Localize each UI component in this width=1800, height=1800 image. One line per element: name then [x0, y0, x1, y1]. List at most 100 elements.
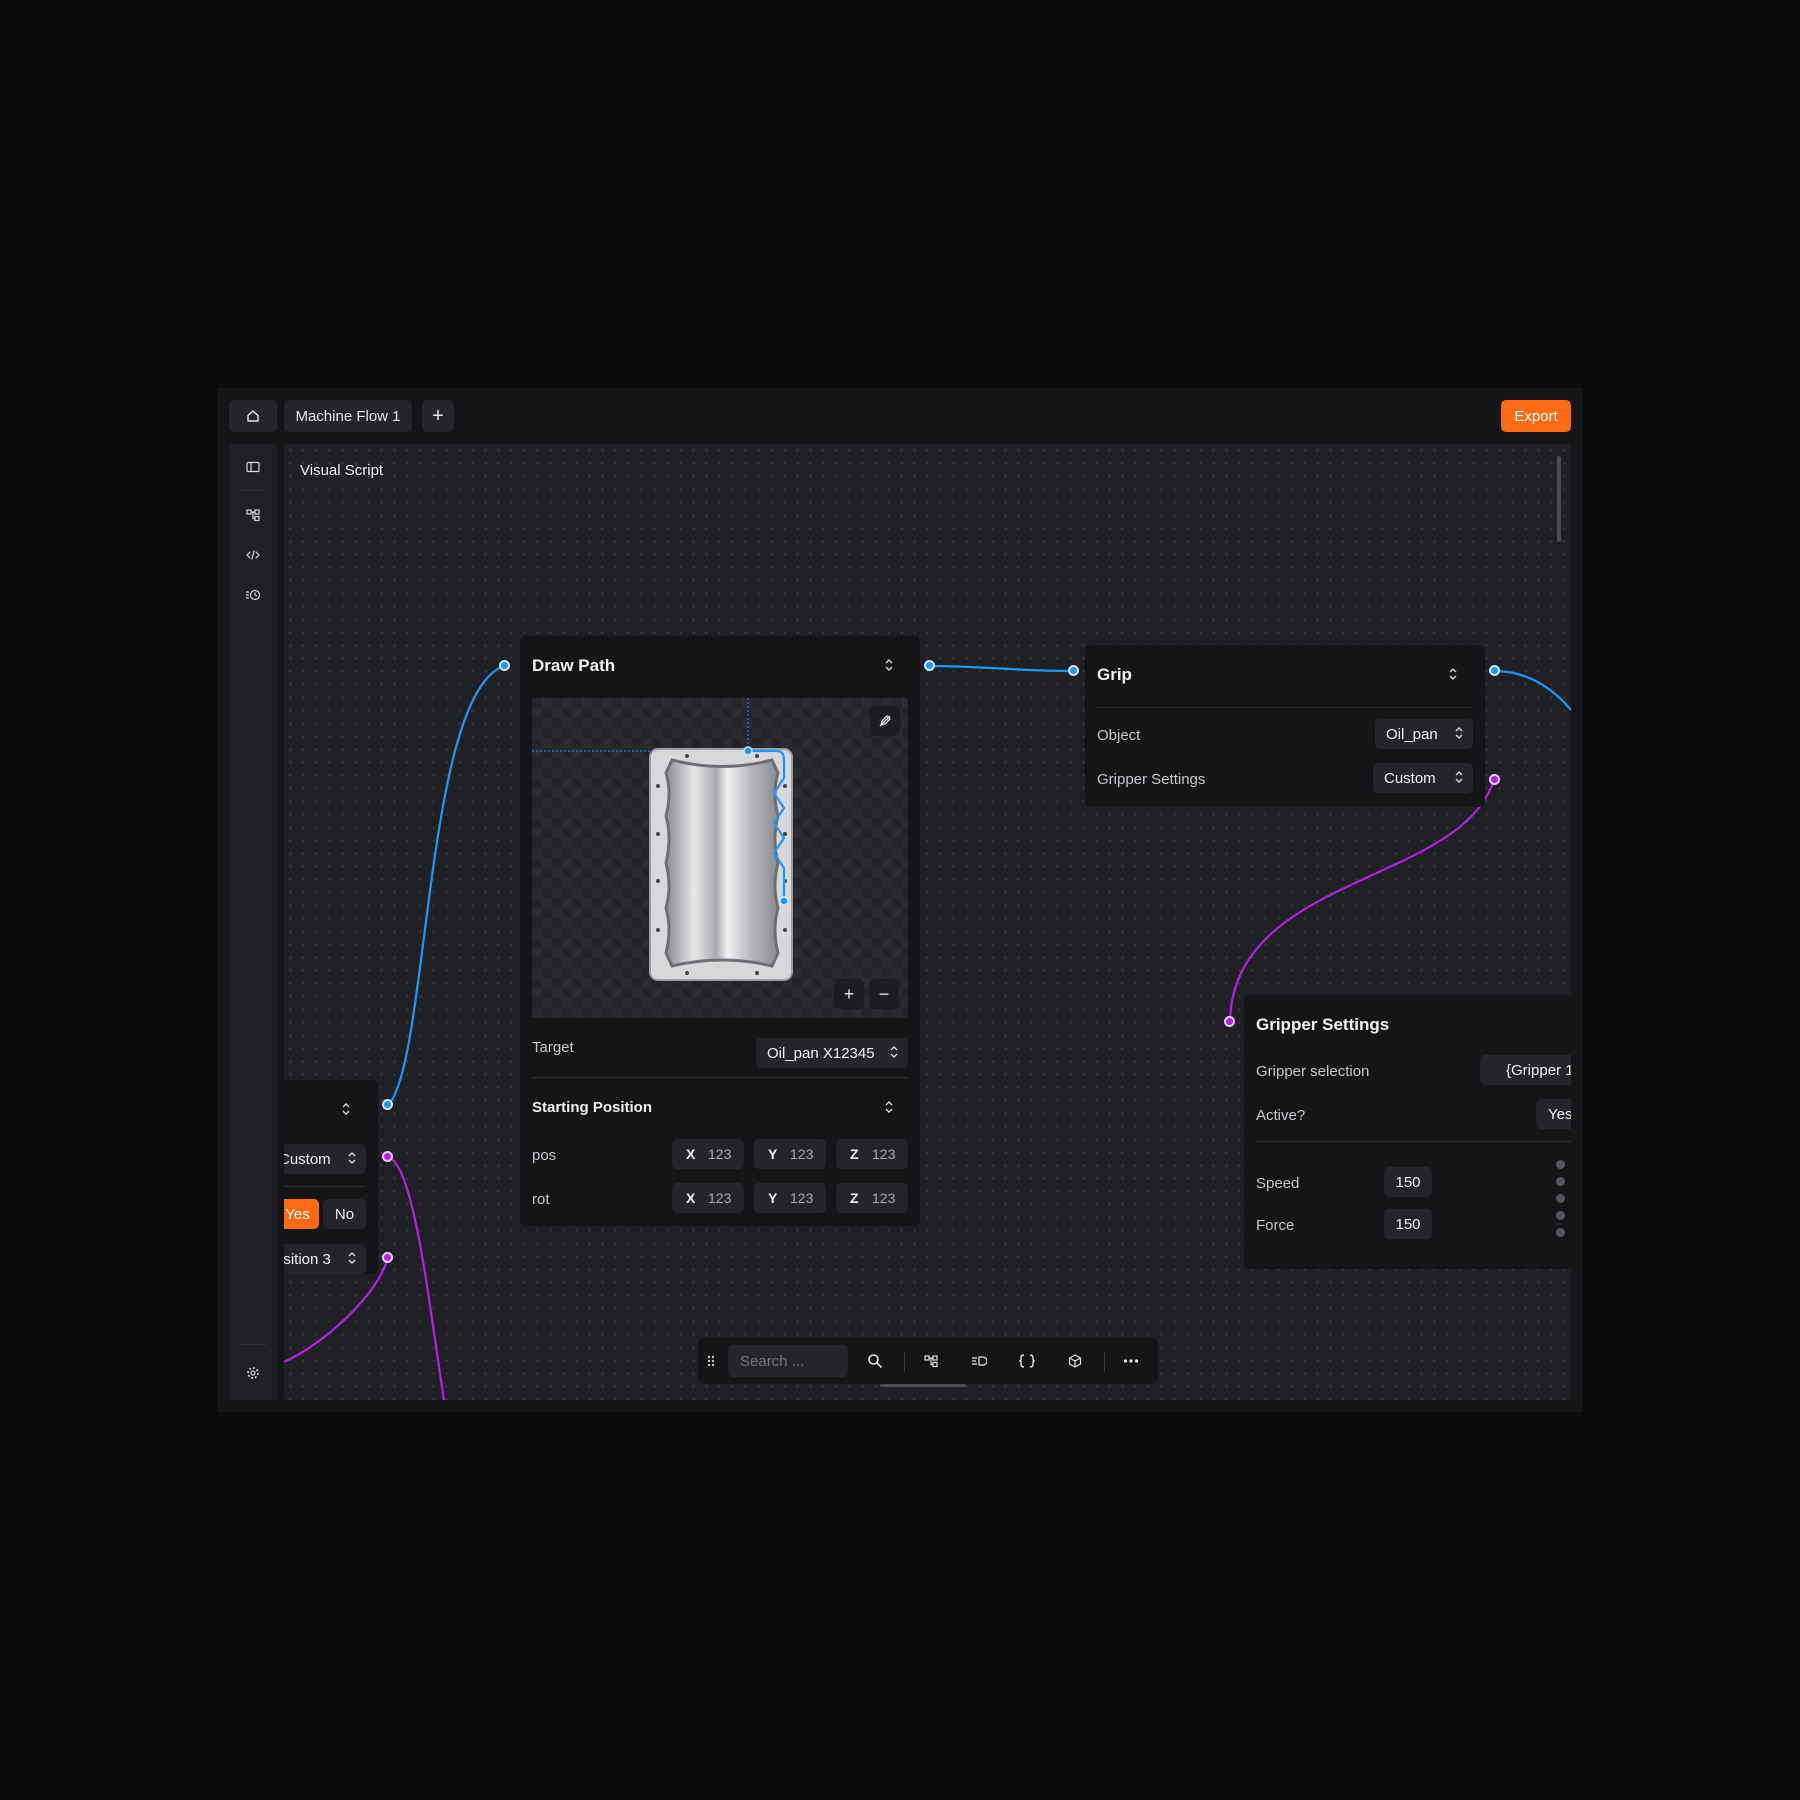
pos-y-field[interactable]: Y 123 [754, 1139, 826, 1169]
rot-x-field[interactable]: X 123 [672, 1183, 744, 1213]
variable-button[interactable] [964, 1346, 994, 1376]
braces-icon [1019, 1354, 1035, 1368]
gripper-selection-select[interactable]: {Gripper 1 [1480, 1055, 1571, 1085]
variable-icon [972, 1356, 987, 1366]
export-button[interactable]: Export [1501, 400, 1571, 432]
select-value: {Gripper 1 [1506, 1061, 1571, 1079]
more-button[interactable] [1116, 1346, 1146, 1376]
speed-label: Speed [1256, 1175, 1300, 1192]
active-label: Active? [1256, 1107, 1306, 1124]
tab-machine-flow[interactable]: Machine Flow 1 [284, 400, 412, 432]
braces-button[interactable] [1012, 1346, 1042, 1376]
data-port[interactable] [1224, 1016, 1235, 1027]
settings-button[interactable] [229, 1358, 277, 1388]
edit-path-button[interactable] [870, 706, 900, 736]
speed-input[interactable]: 150 [1384, 1167, 1432, 1197]
force-input[interactable]: 150 [1384, 1209, 1432, 1239]
axis-label: Z [850, 1190, 859, 1206]
node-title: Draw Path [532, 656, 616, 675]
force-label: Force [1256, 1217, 1295, 1234]
pos-x-field[interactable]: X 123 [672, 1139, 744, 1169]
code-icon [246, 550, 260, 560]
axis-value: 123 [872, 1146, 896, 1162]
visual-script-canvas[interactable]: Visual Script Custom Yes No sition 3 Dra… [284, 444, 1571, 1400]
gripper-settings-node[interactable]: Gripper Settings Gripper selection {Grip… [1244, 995, 1571, 1269]
path-preview[interactable]: + − [532, 698, 908, 1018]
node-graph-icon [246, 509, 260, 522]
axis-value: 123 [790, 1146, 814, 1162]
data-port[interactable] [1489, 774, 1500, 785]
zoom-out-button[interactable]: − [869, 979, 899, 1009]
sidebar-item-history[interactable] [229, 580, 277, 610]
plus-icon: + [432, 404, 444, 427]
sidebar-item-node-graph[interactable] [229, 500, 277, 530]
cube-button[interactable] [1060, 1346, 1090, 1376]
chevron-updown-icon [348, 1252, 356, 1264]
flow-port[interactable] [1489, 665, 1500, 676]
grip-node[interactable]: Grip Object Oil_pan Gripper Settings Cus… [1085, 645, 1485, 807]
chevron-updown-icon[interactable] [884, 658, 894, 672]
active-select[interactable]: Yes [1536, 1099, 1571, 1129]
axis-value: 123 [708, 1146, 732, 1162]
node-title: Grip [1097, 665, 1132, 684]
data-port[interactable] [382, 1252, 393, 1263]
no-label: No [334, 1205, 355, 1223]
data-port[interactable] [382, 1151, 393, 1162]
home-button[interactable] [229, 400, 277, 432]
flow-port[interactable] [382, 1099, 393, 1110]
search-input[interactable] [728, 1345, 848, 1377]
custom-select[interactable]: Custom [284, 1144, 366, 1174]
select-value: Position 3 [284, 1250, 331, 1268]
search-button[interactable] [860, 1346, 890, 1376]
drag-handle[interactable] [700, 1346, 722, 1376]
pos-label: pos [532, 1147, 557, 1164]
flow-port[interactable] [1068, 665, 1079, 676]
node-divider [284, 1186, 366, 1187]
home-icon [247, 410, 259, 422]
chevron-updown-icon[interactable] [1448, 667, 1458, 681]
target-select[interactable]: Oil_pan X12345 [756, 1038, 908, 1068]
axis-label: X [686, 1146, 696, 1162]
flow-port[interactable] [499, 660, 510, 671]
select-value: Custom [1384, 769, 1436, 787]
chevron-updown-icon[interactable] [341, 1102, 351, 1116]
axis-value: 123 [790, 1190, 814, 1206]
pos-z-field[interactable]: Z 123 [836, 1139, 908, 1169]
rot-y-field[interactable]: Y 123 [754, 1183, 826, 1213]
minus-icon: − [878, 983, 890, 1004]
draw-path-node[interactable]: Draw Path + − Target Oil_pan X12345 Star… [520, 636, 920, 1226]
data-wire [387, 1155, 446, 1400]
partial-node-left: Custom Yes No Position 3 [284, 1080, 378, 1274]
chevron-updown-icon[interactable] [884, 1100, 894, 1114]
node-title: Gripper Settings [1256, 1015, 1390, 1034]
yes-label: Yes [285, 1205, 310, 1223]
flow-port[interactable] [924, 660, 935, 671]
export-label: Export [1514, 407, 1558, 425]
app-window: Machine Flow 1 + Export Visual Script Cu… [217, 388, 1583, 1412]
select-value: Oil_pan X12345 [767, 1044, 875, 1062]
zoom-in-button[interactable]: + [834, 979, 864, 1009]
no-toggle[interactable]: No [323, 1199, 366, 1229]
axis-label: Y [768, 1190, 778, 1206]
rot-z-field[interactable]: Z 123 [836, 1183, 908, 1213]
axis-label: X [686, 1190, 696, 1206]
sidebar-item-code[interactable] [229, 540, 277, 570]
object-label: Object [1097, 727, 1141, 744]
panel-icon [246, 461, 260, 473]
toolbar-grabber[interactable] [880, 1384, 966, 1387]
gripper-settings-select[interactable]: Custom [1373, 763, 1473, 793]
axis-label: Z [850, 1146, 859, 1162]
target-label: Target [532, 1039, 574, 1056]
slider-handle-dots[interactable] [1556, 1160, 1566, 1238]
yes-toggle[interactable]: Yes [284, 1199, 319, 1229]
drag-handle-icon [707, 1355, 715, 1367]
search-icon [868, 1354, 882, 1368]
add-tab-button[interactable]: + [422, 400, 454, 432]
position-select[interactable]: Position 3 [284, 1244, 366, 1274]
node-graph-button[interactable] [916, 1346, 946, 1376]
sidebar-divider [239, 490, 267, 491]
toolbar-separator [1104, 1352, 1105, 1372]
sidebar-item-panel[interactable] [229, 452, 277, 482]
object-select[interactable]: Oil_pan [1375, 719, 1473, 749]
node-divider [532, 1077, 908, 1078]
